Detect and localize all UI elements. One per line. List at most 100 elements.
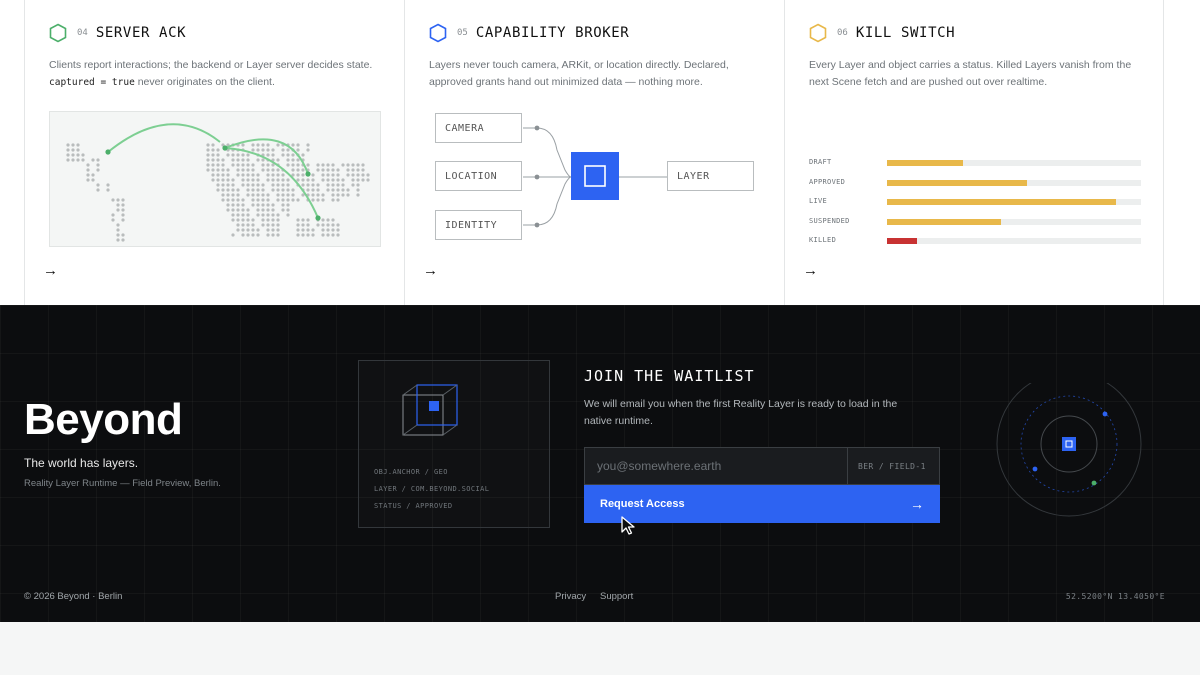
map-dot bbox=[281, 198, 285, 202]
map-dot bbox=[266, 163, 270, 167]
map-dot bbox=[231, 213, 235, 217]
card-server-ack: 04 SERVER ACK Clients report interaction… bbox=[24, 0, 404, 305]
map-dot bbox=[336, 233, 340, 237]
map-dot bbox=[86, 178, 90, 182]
map-dot bbox=[316, 183, 320, 187]
map-dot bbox=[356, 168, 360, 172]
map-dot bbox=[301, 168, 305, 172]
privacy-link[interactable]: Privacy bbox=[555, 591, 586, 602]
map-dot bbox=[361, 173, 365, 177]
map-dot bbox=[216, 148, 220, 152]
map-dot bbox=[256, 158, 260, 162]
card-header: 06 KILL SWITCH bbox=[809, 23, 955, 43]
map-dot bbox=[356, 193, 360, 197]
map-dot bbox=[221, 193, 225, 197]
map-dot bbox=[96, 168, 100, 172]
map-dot bbox=[211, 163, 215, 167]
map-dot bbox=[231, 178, 235, 182]
map-dot bbox=[281, 183, 285, 187]
map-dot bbox=[236, 223, 240, 227]
map-dot bbox=[286, 163, 290, 167]
map-dot bbox=[291, 188, 295, 192]
map-dot bbox=[231, 198, 235, 202]
map-dot bbox=[276, 188, 280, 192]
map-dot bbox=[266, 168, 270, 172]
sub-tagline: Reality Layer Runtime — Field Preview, B… bbox=[24, 478, 221, 489]
map-dot bbox=[206, 158, 210, 162]
map-dot bbox=[266, 213, 270, 217]
map-dot bbox=[76, 148, 80, 152]
feature-cards-section: 04 SERVER ACK Clients report interaction… bbox=[0, 0, 1200, 305]
map-dot bbox=[311, 173, 315, 177]
map-dot bbox=[246, 183, 250, 187]
map-dot bbox=[226, 173, 230, 177]
arrow-right-icon[interactable]: → bbox=[43, 262, 58, 279]
map-dot bbox=[296, 228, 300, 232]
arrow-right-icon[interactable]: → bbox=[423, 262, 438, 279]
map-dot bbox=[326, 228, 330, 232]
map-dot bbox=[346, 188, 350, 192]
map-dot bbox=[336, 193, 340, 197]
map-dot bbox=[291, 143, 295, 147]
map-dot bbox=[271, 228, 275, 232]
card-number: 05 bbox=[457, 28, 468, 38]
card-header: 04 SERVER ACK bbox=[49, 23, 186, 43]
map-dot bbox=[241, 228, 245, 232]
map-dot bbox=[351, 168, 355, 172]
node-location: LOCATION bbox=[435, 161, 522, 191]
map-dot bbox=[311, 178, 315, 182]
map-dot bbox=[306, 228, 310, 232]
map-dot bbox=[311, 198, 315, 202]
map-dot bbox=[316, 188, 320, 192]
status-row: DRAFT bbox=[809, 158, 1141, 168]
support-link[interactable]: Support bbox=[600, 591, 633, 602]
map-dot bbox=[356, 163, 360, 167]
map-dot bbox=[276, 233, 280, 237]
map-dot bbox=[306, 223, 310, 227]
map-dot bbox=[211, 148, 215, 152]
map-dot bbox=[231, 163, 235, 167]
map-dot bbox=[361, 168, 365, 172]
map-dot bbox=[331, 233, 335, 237]
map-dot bbox=[226, 168, 230, 172]
description-text-end: never originates on the client. bbox=[137, 76, 275, 88]
card-header: 05 CAPABILITY BROKER bbox=[429, 23, 629, 43]
map-dot bbox=[231, 183, 235, 187]
map-dot bbox=[246, 223, 250, 227]
status-fill bbox=[887, 238, 918, 244]
map-dot bbox=[276, 168, 280, 172]
map-dot bbox=[111, 218, 115, 222]
connection-arc bbox=[224, 147, 319, 219]
map-dot bbox=[301, 228, 305, 232]
map-dot bbox=[266, 193, 270, 197]
map-dot bbox=[341, 178, 345, 182]
map-dot bbox=[231, 203, 235, 207]
map-dot bbox=[261, 203, 265, 207]
status-fill bbox=[887, 160, 964, 166]
map-dot bbox=[251, 228, 255, 232]
map-dot bbox=[336, 228, 340, 232]
inline-code: captured = true bbox=[49, 77, 135, 88]
map-dot bbox=[286, 183, 290, 187]
map-dot bbox=[241, 168, 245, 172]
map-dot bbox=[271, 148, 275, 152]
map-dot bbox=[331, 198, 335, 202]
map-dot bbox=[246, 153, 250, 157]
map-dot bbox=[236, 173, 240, 177]
map-dot bbox=[341, 183, 345, 187]
email-input[interactable] bbox=[585, 448, 847, 484]
map-dot bbox=[301, 173, 305, 177]
map-dot bbox=[266, 148, 270, 152]
map-dot bbox=[246, 178, 250, 182]
map-dot bbox=[291, 193, 295, 197]
map-dot bbox=[316, 193, 320, 197]
map-dot bbox=[276, 158, 280, 162]
map-dot bbox=[321, 163, 325, 167]
map-dot bbox=[121, 233, 125, 237]
map-dot bbox=[206, 163, 210, 167]
map-dot bbox=[316, 168, 320, 172]
map-dot bbox=[291, 163, 295, 167]
map-dot bbox=[116, 228, 120, 232]
map-dot bbox=[296, 198, 300, 202]
arrow-right-icon[interactable]: → bbox=[803, 262, 818, 279]
